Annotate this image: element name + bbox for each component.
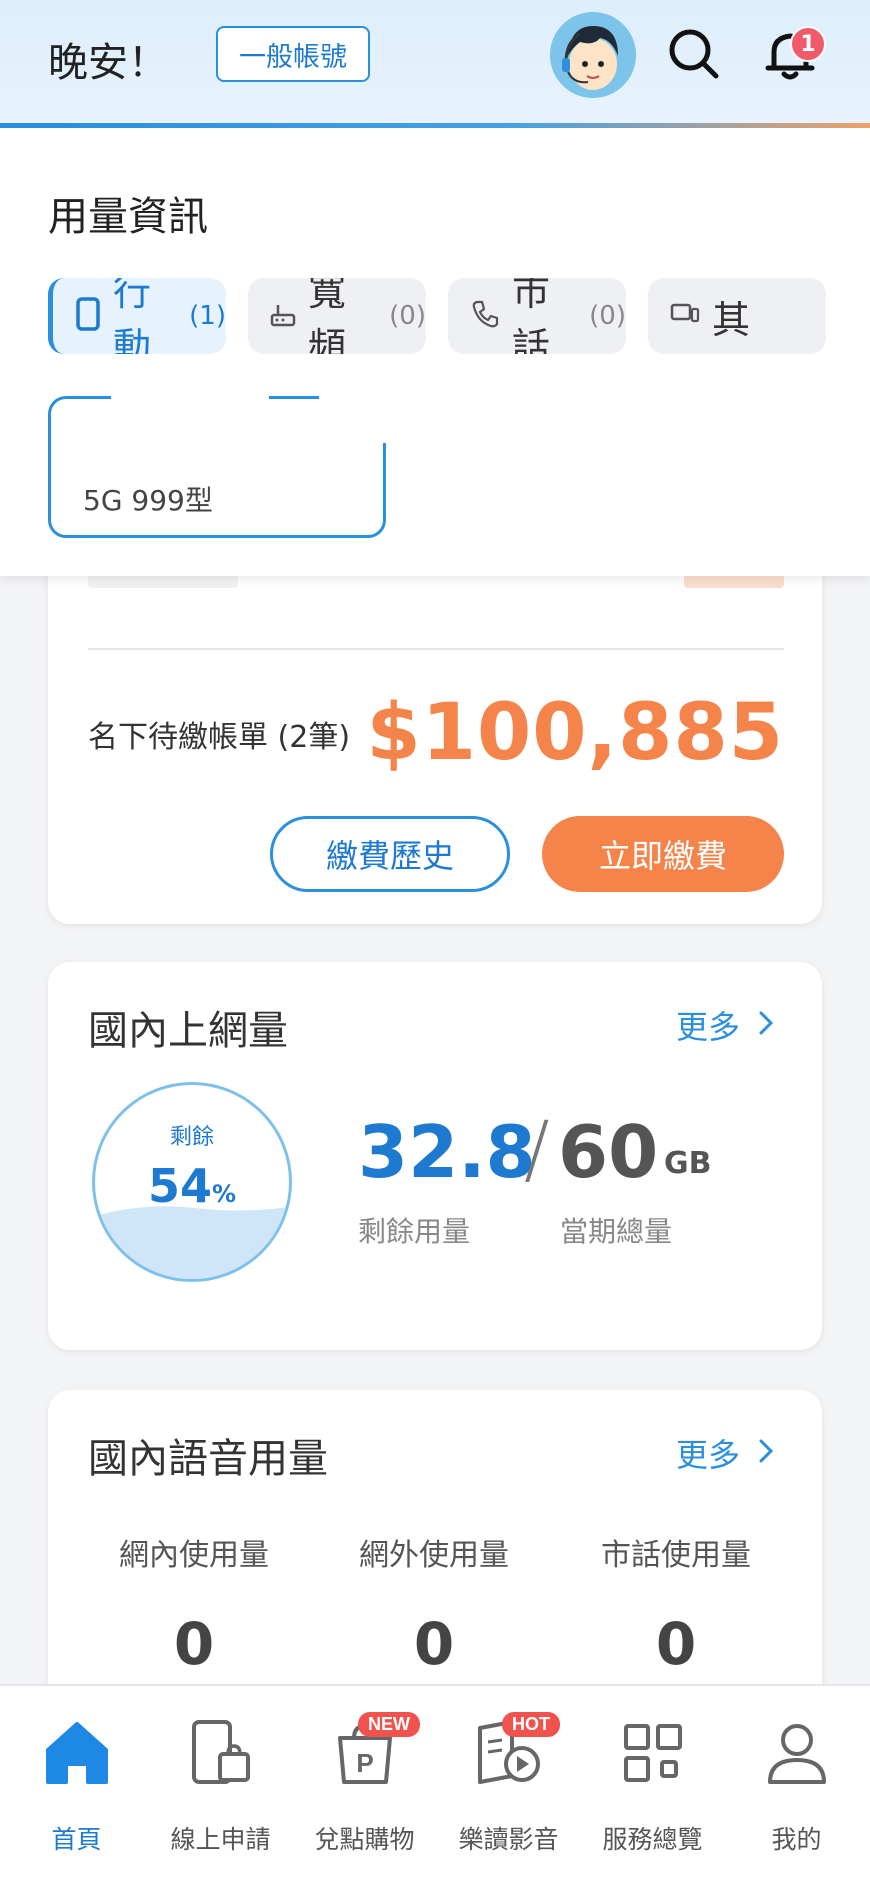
bill-card: 名下待繳帳單 (2筆) $100,885 繳費歷史 立即繳費 (48, 520, 822, 924)
nav-label: 樂讀影音 (458, 1825, 559, 1854)
total-data-value: 60 (558, 1110, 659, 1194)
payment-history-button[interactable]: 繳費歷史 (270, 816, 510, 892)
profile-icon (760, 1716, 834, 1790)
tab-count: (0) (589, 301, 626, 331)
usage-label: 網外使用量 (359, 1538, 509, 1573)
customer-service-avatar-icon[interactable] (550, 12, 636, 98)
gauge-label: 剩餘 (169, 1125, 214, 1150)
more-label: 更多 (675, 1008, 740, 1046)
on-net-usage: 網內使用量 0 (74, 1530, 314, 1678)
tab-label: 行動 (113, 278, 152, 354)
redacted-area (319, 393, 399, 443)
app-header: 晚安！ 一般帳號 1 (0, 0, 870, 128)
divider (88, 648, 784, 650)
greeting-text: 晚安！ (48, 40, 168, 86)
bottom-navigation: 首頁 線上申請 P NEW 兌點購物 HOT 樂讀影音 服務總覽 我的 (0, 1684, 870, 1880)
tab-broadband[interactable]: 寬頻 (0) (248, 278, 426, 354)
mobile-plan-card[interactable]: 5G 999型 (48, 393, 399, 538)
nav-label: 首頁 (51, 1825, 102, 1854)
plan-name: 5G 999型 (83, 484, 213, 517)
more-label: 更多 (675, 1436, 740, 1474)
nav-apply-online[interactable]: 線上申請 (148, 1716, 293, 1866)
remaining-data-label: 剩餘用量 (358, 1215, 471, 1248)
data-unit: GB (664, 1146, 712, 1181)
nav-home[interactable]: 首頁 (4, 1716, 149, 1866)
usage-info-panel: 用量資訊 行動 (1) 寬頻 (0) 市話 (0) 其 5G 999型 (0, 128, 870, 576)
nav-label: 線上申請 (170, 1825, 271, 1854)
data-more-link[interactable]: 更多 (676, 1002, 774, 1048)
usage-label: 市話使用量 (601, 1538, 751, 1573)
services-grid-icon (616, 1716, 690, 1790)
chevron-right-icon (758, 1434, 774, 1472)
separator-slash: / (524, 1104, 550, 1193)
usage-label: 網內使用量 (119, 1538, 269, 1573)
usage-value: 0 (655, 1610, 697, 1678)
svg-text:P: P (356, 1748, 373, 1778)
tab-landline[interactable]: 市話 (0) (448, 278, 626, 354)
off-net-usage: 網外使用量 0 (314, 1530, 554, 1678)
tab-count: (0) (389, 301, 426, 331)
card-title: 國內上網量 (88, 1008, 288, 1054)
nav-label: 我的 (771, 1825, 822, 1854)
account-type-badge[interactable]: 一般帳號 (216, 26, 370, 82)
gauge-percent: 54% (147, 1159, 237, 1213)
device-icon (670, 301, 700, 331)
nav-profile[interactable]: 我的 (724, 1716, 869, 1866)
tab-label: 寬頻 (308, 278, 347, 354)
tab-label: 其 (712, 297, 751, 342)
apply-icon (184, 1716, 258, 1790)
pay-now-button[interactable]: 立即繳費 (542, 816, 784, 892)
pending-bills-label: 名下待繳帳單 (2筆) (88, 720, 351, 755)
nav-label: 兌點購物 (314, 1825, 415, 1854)
notification-count-badge: 1 (790, 26, 826, 62)
nav-media[interactable]: HOT 樂讀影音 (436, 1712, 581, 1866)
usage-value: 0 (413, 1610, 455, 1678)
hot-tag: HOT (502, 1712, 560, 1737)
redacted-area (111, 393, 269, 405)
total-data-label: 當期總量 (560, 1215, 673, 1248)
remaining-data-gauge: 剩餘 54% (92, 1082, 292, 1282)
chevron-right-icon (758, 1006, 774, 1044)
tab-other[interactable]: 其 (648, 278, 826, 354)
voice-more-link[interactable]: 更多 (676, 1430, 774, 1476)
domestic-voice-card: 國內語音用量 更多 網內使用量 0 網外使用量 0 市話使用量 0 (48, 1390, 822, 1730)
tab-count: (1) (189, 301, 226, 331)
pending-bills-amount: $100,885 (366, 688, 784, 778)
phone-icon (470, 299, 500, 333)
nav-points-shop[interactable]: P NEW 兌點購物 (292, 1712, 437, 1866)
tab-label: 市話 (512, 278, 551, 354)
service-type-tabs: 行動 (1) 寬頻 (0) 市話 (0) 其 (48, 278, 870, 354)
nav-services[interactable]: 服務總覽 (580, 1716, 725, 1866)
domestic-data-card: 國內上網量 更多 剩餘 54% 32.8 / 60 GB 剩餘用量 當期總量 (48, 962, 822, 1350)
remaining-data-value: 32.8 (358, 1110, 536, 1194)
search-icon[interactable] (664, 24, 724, 84)
new-tag: NEW (358, 1712, 420, 1737)
landline-usage: 市話使用量 0 (556, 1530, 796, 1678)
card-title: 國內語音用量 (88, 1436, 328, 1482)
tab-mobile[interactable]: 行動 (1) (48, 278, 226, 354)
nav-label: 服務總覽 (602, 1825, 703, 1854)
usage-info-title: 用量資訊 (48, 194, 208, 240)
usage-value: 0 (173, 1610, 215, 1678)
home-icon (40, 1716, 114, 1790)
mobile-icon (75, 297, 101, 335)
gauge-fill (95, 1206, 289, 1279)
router-icon (270, 299, 296, 333)
